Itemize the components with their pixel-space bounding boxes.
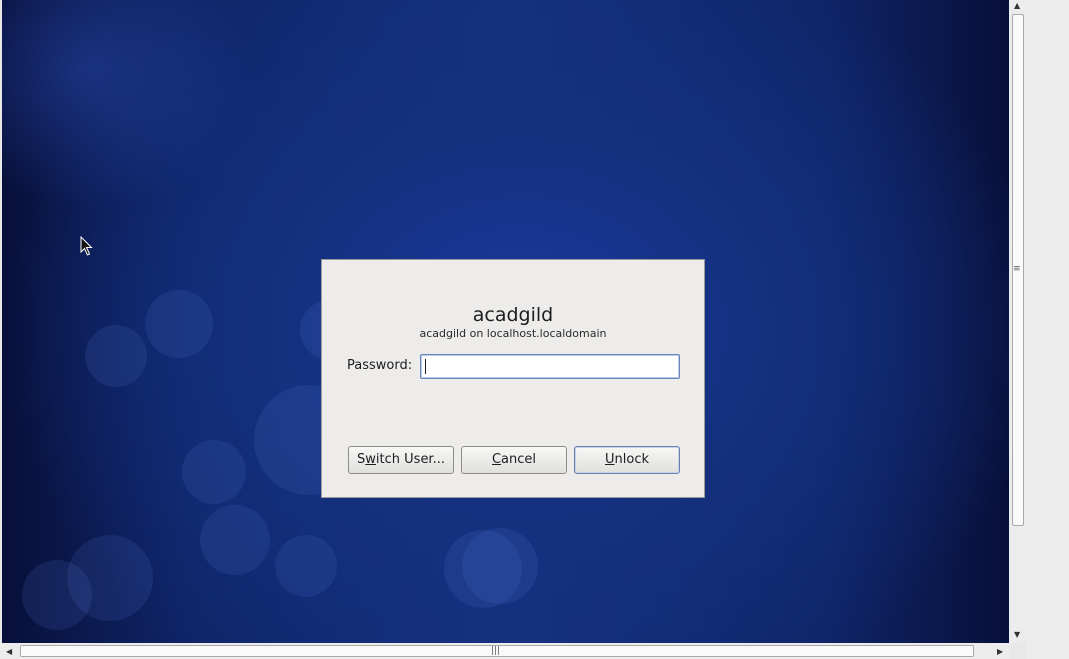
window-margin <box>1026 0 1069 659</box>
button-label-post: ancel <box>501 452 537 467</box>
switch-user-button[interactable]: Switch User... <box>348 446 454 474</box>
button-label-post: nlock <box>614 452 649 467</box>
scroll-left-arrow-icon[interactable]: ◀ <box>6 647 12 657</box>
mouse-pointer-icon <box>80 236 93 256</box>
bokeh-decoration <box>275 535 337 597</box>
button-mnemonic: C <box>491 452 502 467</box>
bokeh-decoration <box>200 505 270 575</box>
button-mnemonic: U <box>605 452 615 467</box>
password-input[interactable] <box>420 354 680 379</box>
scroll-up-arrow-icon[interactable]: ▲ <box>1014 1 1020 11</box>
unlock-dialog: acadgild acadgild on localhost.localdoma… <box>321 259 705 498</box>
dialog-subtitle: acadgild on localhost.localdomain <box>419 327 607 340</box>
unlock-button[interactable]: Unlock <box>574 446 680 474</box>
cancel-button[interactable]: Cancel <box>461 446 567 474</box>
bokeh-decoration <box>182 440 246 504</box>
password-label: Password: <box>347 358 413 373</box>
button-mnemonic: w <box>365 452 376 467</box>
scroll-down-arrow-icon[interactable]: ▼ <box>1014 630 1020 640</box>
button-label-post: itch User... <box>375 452 445 467</box>
scroll-right-arrow-icon[interactable]: ▶ <box>997 647 1003 657</box>
bokeh-decoration <box>462 528 538 604</box>
text-caret <box>425 359 426 374</box>
horizontal-grip-icon: ||| <box>491 646 501 656</box>
dialog-title: acadgild <box>472 304 554 326</box>
vertical-grip-icon: ≡ <box>1013 264 1021 274</box>
bokeh-decoration <box>85 325 147 387</box>
bokeh-decoration <box>22 560 92 630</box>
bokeh-decoration <box>145 290 213 358</box>
